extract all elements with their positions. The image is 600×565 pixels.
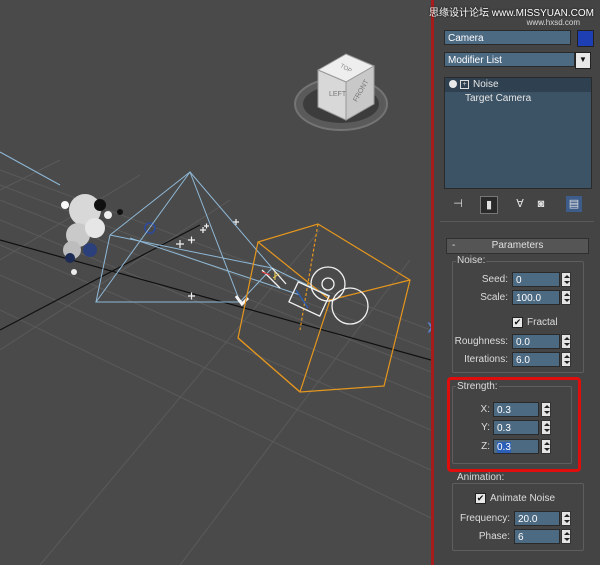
animate-noise-checkbox[interactable]: ✔ <box>475 493 486 504</box>
seed-spinner[interactable] <box>561 272 571 287</box>
roughness-field[interactable]: 0.0 <box>512 334 560 349</box>
watermark-url: www.hxsd.com <box>526 18 580 27</box>
modifier-list-dropdown[interactable]: Modifier List <box>444 52 575 67</box>
iterations-label: Iterations: <box>464 354 508 365</box>
stack-item-target-camera[interactable]: Target Camera <box>445 92 591 106</box>
frequency-label: Frequency: <box>459 513 510 524</box>
viewport-scene: LEFT FRONT TOP <box>0 53 431 565</box>
blue-guide-line <box>0 151 61 186</box>
camera-frustum <box>95 170 331 303</box>
pin-stack-icon[interactable]: ⊣ <box>450 196 466 212</box>
home-grid <box>0 159 431 565</box>
iterations-field[interactable]: 6.0 <box>512 352 560 367</box>
world-axis-y <box>0 224 201 331</box>
perspective-viewport[interactable]: LEFT FRONT TOP ❯ <box>0 0 431 565</box>
roughness-spinner[interactable] <box>561 334 571 349</box>
viewcube[interactable]: LEFT FRONT TOP <box>294 53 388 131</box>
modifier-stack[interactable]: + Noise Target Camera <box>444 77 592 189</box>
camera-object <box>261 266 369 325</box>
iterations-spinner[interactable] <box>561 352 571 367</box>
rollout-title: Parameters <box>491 240 544 251</box>
particle-cluster <box>61 194 156 275</box>
viewcube-left-face: LEFT <box>329 91 347 98</box>
frequency-field[interactable]: 20.0 <box>514 511 560 526</box>
seed-field[interactable]: 0 <box>512 272 560 287</box>
phase-field[interactable]: 6 <box>514 529 560 544</box>
configure-modifier-sets-icon[interactable]: ▤ <box>566 196 582 212</box>
roughness-label: Roughness: <box>454 336 508 347</box>
show-end-result-icon[interactable]: ▮ <box>480 196 498 214</box>
object-color-swatch[interactable] <box>577 30 594 47</box>
stack-item-label: Noise <box>473 79 499 90</box>
phase-spinner[interactable] <box>561 529 571 544</box>
strength-highlight-annotation <box>447 377 581 472</box>
scale-spinner[interactable] <box>561 290 571 305</box>
fractal-label: Fractal <box>527 317 558 328</box>
animation-group-label: Animation: <box>456 472 506 483</box>
toolbar-divider <box>440 221 594 222</box>
scale-label: Scale: <box>480 292 508 303</box>
seed-label: Seed: <box>481 274 508 285</box>
remove-modifier-icon[interactable]: ◙ <box>533 196 549 212</box>
phase-label: Phase: <box>478 531 510 542</box>
make-unique-icon[interactable]: ∀ <box>512 196 528 212</box>
frequency-spinner[interactable] <box>561 511 571 526</box>
animate-noise-label: Animate Noise <box>490 493 556 504</box>
lightbulb-icon[interactable] <box>449 80 457 89</box>
object-name-field[interactable]: Camera <box>444 30 571 45</box>
scale-field[interactable]: 100.0 <box>512 290 560 305</box>
stack-item-label: Target Camera <box>465 93 532 104</box>
stack-item-noise[interactable]: + Noise <box>445 78 591 92</box>
chevron-down-icon[interactable]: ▼ <box>575 52 591 69</box>
expand-plus-icon[interactable]: + <box>460 79 469 89</box>
watermark-text: 思缘设计论坛 www.MISSYUAN.COM <box>428 8 594 19</box>
noise-group-label: Noise: <box>456 255 487 266</box>
fractal-checkbox[interactable]: ✔ <box>512 317 523 328</box>
parameters-rollout-header[interactable]: - Parameters <box>446 238 589 254</box>
